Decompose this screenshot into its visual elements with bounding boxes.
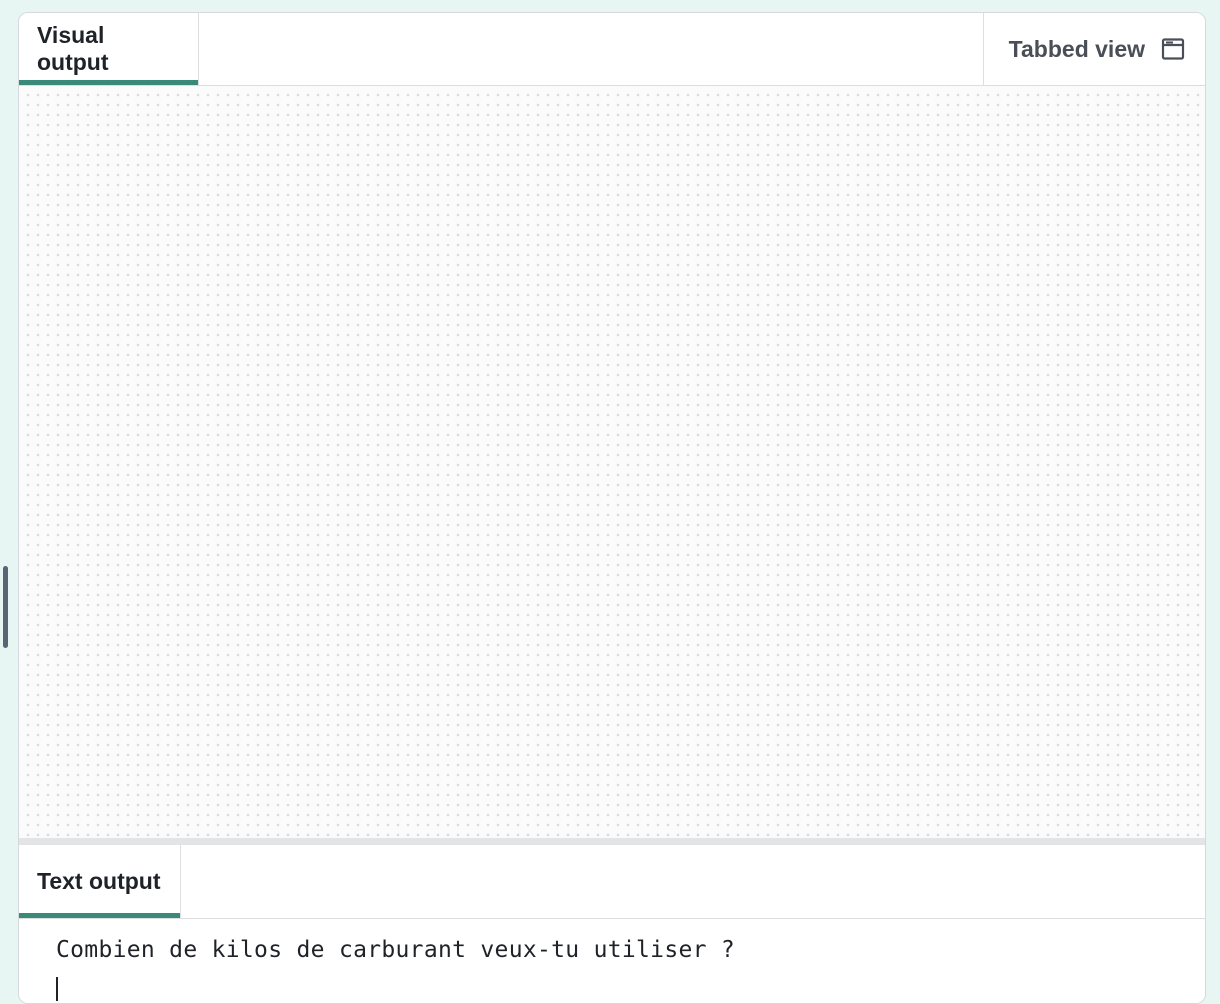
tab-text-output-label: Text output: [37, 868, 161, 894]
window-icon: [1161, 37, 1185, 61]
tab-visual-output[interactable]: Visual output: [19, 13, 199, 85]
text-output-tabbar: Text output: [19, 845, 1205, 919]
visual-output-canvas[interactable]: [19, 86, 1205, 838]
tabbed-view-button[interactable]: Tabbed view: [983, 13, 1205, 85]
tab-visual-output-label: Visual output: [37, 22, 109, 75]
active-tab-indicator: [19, 913, 180, 918]
active-tab-indicator: [19, 80, 198, 85]
console-input-caret[interactable]: [56, 977, 58, 1001]
console-output-line: Combien de kilos de carburant veux-tu ut…: [56, 937, 736, 963]
tab-text-output[interactable]: Text output: [19, 845, 181, 918]
output-panel: Visual output Tabbed view Text output Co…: [18, 12, 1206, 1004]
panel-resize-handle[interactable]: [3, 566, 8, 648]
tabbed-view-label: Tabbed view: [1008, 35, 1145, 62]
output-splitter[interactable]: [19, 838, 1205, 845]
visual-output-tabbar: Visual output Tabbed view: [19, 13, 1205, 86]
text-output-console[interactable]: Combien de kilos de carburant veux-tu ut…: [19, 919, 1205, 1003]
